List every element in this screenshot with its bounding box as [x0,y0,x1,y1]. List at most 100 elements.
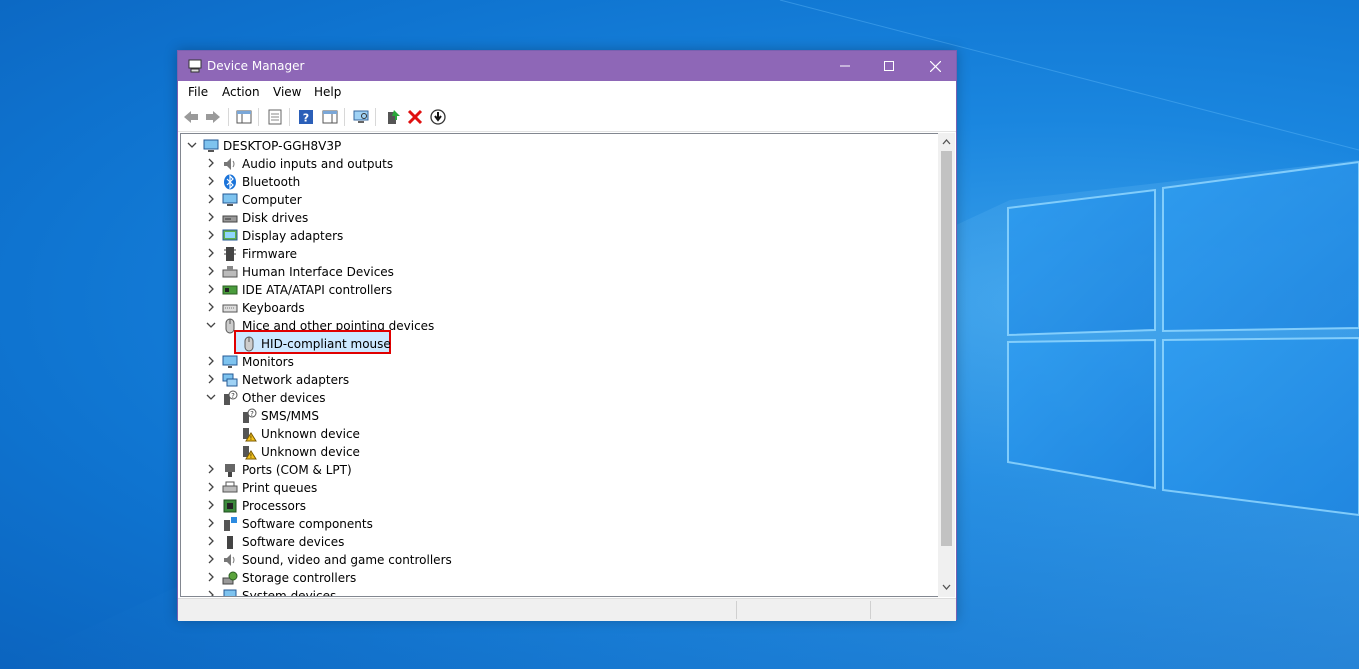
tree-node-label: Unknown device [261,445,360,459]
toolbar-separator [344,108,345,126]
chevron-right-icon[interactable] [206,572,216,582]
close-icon [929,60,941,72]
chevron-down-icon[interactable] [206,392,216,402]
tree-node-label: Software devices [242,535,345,549]
chevron-right-icon[interactable] [206,302,216,312]
tree-node-label: HID-compliant mouse [261,337,391,351]
tree-node-label: Processors [242,499,307,513]
software-component-icon [224,517,237,531]
display-adapter-icon [222,229,238,241]
chevron-right-icon[interactable] [206,374,216,384]
menu-bar: File Action View Help [178,81,956,103]
chevron-right-icon[interactable] [206,590,216,597]
action-pane-icon[interactable] [321,108,339,126]
close-button[interactable] [912,51,958,81]
tree-node-label: Display adapters [242,229,344,243]
ide-controller-icon [222,285,238,295]
vertical-scrollbar[interactable] [938,133,955,597]
back-arrow-icon[interactable] [182,108,200,126]
tree-node-label: Disk drives [242,211,309,225]
chevron-right-icon[interactable] [206,176,216,186]
chevron-right-icon[interactable] [206,212,216,222]
minimize-button[interactable] [822,51,868,81]
toolbar-separator [258,108,259,126]
tree-node-label: Human Interface Devices [242,265,394,279]
hid-icon [222,266,238,278]
chevron-right-icon[interactable] [206,158,216,168]
disable-device-icon[interactable] [429,108,447,126]
chevron-right-icon[interactable] [206,248,216,258]
menu-action[interactable]: Action [222,85,260,99]
scroll-down-icon[interactable] [942,583,951,591]
svg-text:!: ! [250,453,252,460]
chevron-right-icon[interactable] [206,230,216,240]
chevron-down-icon[interactable] [206,320,216,330]
firmware-icon [224,247,236,261]
chevron-right-icon[interactable] [206,284,216,294]
other-devices-icon: ? [224,390,238,405]
chevron-right-icon[interactable] [206,518,216,528]
warning-device-icon: ! [243,428,257,442]
chevron-right-icon[interactable] [206,356,216,366]
status-divider [736,601,737,619]
menu-view[interactable]: View [273,85,301,99]
toolbar-separator [289,108,290,126]
tree-node-label: Sound, video and game controllers [242,553,452,567]
device-tree: DESKTOP-GGH8V3P Audio inputs and outputs… [180,133,940,597]
maximize-icon [884,61,894,71]
speaker-icon [224,554,235,566]
chevron-right-icon[interactable] [206,194,216,204]
system-device-icon [223,589,237,596]
menu-help[interactable]: Help [314,85,341,99]
network-adapter-icon [222,373,238,387]
chevron-right-icon[interactable] [206,536,216,546]
menu-file[interactable]: File [188,85,208,99]
device-manager-icon [188,59,202,73]
printer-icon [222,481,238,493]
chevron-right-icon[interactable] [206,266,216,276]
maximize-button[interactable] [866,51,912,81]
tree-node-label: Software components [242,517,373,531]
tree-node-label: Firmware [242,247,297,261]
tree-node-label: Bluetooth [242,175,301,189]
port-icon [225,464,235,477]
title-bar[interactable]: Device Manager [178,51,956,81]
chevron-right-icon[interactable] [206,464,216,474]
scrollbar-thumb[interactable] [941,151,952,546]
device-manager-window: Device Manager File Action View Help ? D… [177,50,957,621]
forward-arrow-icon[interactable] [204,108,222,126]
tree-node-label: Storage controllers [242,571,357,585]
properties-icon[interactable] [266,108,284,126]
tree-node-label: Ports (COM & LPT) [242,463,352,477]
tree-node-label: Computer [242,193,302,207]
tree-root-label: DESKTOP-GGH8V3P [223,139,342,153]
toolbar-separator [375,108,376,126]
help-icon[interactable]: ? [297,108,315,126]
update-driver-icon[interactable] [384,108,402,126]
uninstall-device-icon[interactable] [406,108,424,126]
unknown-device-icon: ? [243,408,257,423]
computer-icon [222,193,238,206]
chevron-down-icon[interactable] [187,140,197,150]
toolbar-separator [228,108,229,126]
chevron-right-icon[interactable] [206,482,216,492]
tree-node-label: Network adapters [242,373,350,387]
storage-controller-icon [222,571,238,585]
scan-hardware-icon[interactable] [352,108,370,126]
tree-node-label: System devices [242,589,337,597]
svg-text:?: ? [250,410,254,418]
chevron-right-icon[interactable] [206,554,216,564]
computer-icon [203,139,219,152]
mouse-icon [244,336,254,352]
software-device-icon [227,536,233,549]
tree-node-label: Other devices [242,391,326,405]
processor-icon [223,499,237,513]
scroll-up-icon[interactable] [942,138,951,146]
tree-node-label: Print queues [242,481,318,495]
tree-node-label: IDE ATA/ATAPI controllers [242,283,393,297]
tree-node-label: Audio inputs and outputs [242,157,394,171]
disk-drive-icon [222,215,238,223]
status-divider [870,601,871,619]
console-tree-icon[interactable] [235,108,253,126]
chevron-right-icon[interactable] [206,500,216,510]
